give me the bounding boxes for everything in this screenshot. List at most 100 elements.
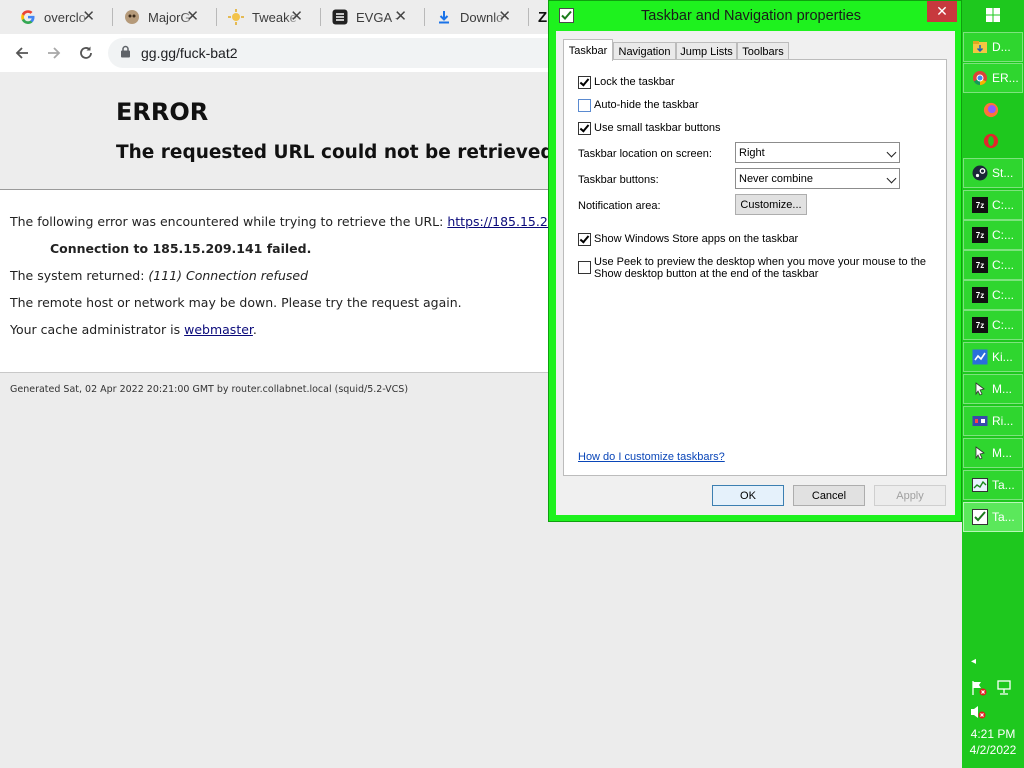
taskbar-item[interactable]: M... xyxy=(963,438,1023,468)
error-system-returned: The system returned: (111) Connection re… xyxy=(10,268,308,283)
7zip-icon: 7z xyxy=(972,197,988,213)
cancel-button[interactable]: Cancel xyxy=(793,485,865,506)
mouse-icon xyxy=(972,381,988,397)
taskbar-item[interactable]: 7z C:... xyxy=(963,250,1023,280)
taskbar: D... ER... St... 7z C:... 7z C:... 7z C:… xyxy=(962,0,1024,768)
taskbar-item[interactable]: D... xyxy=(963,32,1023,62)
taskbar-item[interactable]: Ri... xyxy=(963,406,1023,436)
clock-time: 4:21 PM xyxy=(970,727,1016,741)
close-icon[interactable]: ✕ xyxy=(82,9,95,25)
reload-button[interactable] xyxy=(72,39,100,67)
browser-tab[interactable]: MajorG ✕ xyxy=(104,0,207,34)
arrow-left-icon xyxy=(15,47,28,59)
url-text: gg.gg/fuck-bat2 xyxy=(141,45,238,61)
taskbar-item[interactable]: 7z C:... xyxy=(963,310,1023,340)
windows-logo-icon xyxy=(986,8,1000,22)
close-icon[interactable]: ✕ xyxy=(290,9,303,25)
close-icon[interactable]: ✕ xyxy=(394,9,407,25)
dialog-title: Taskbar and Navigation properties xyxy=(641,8,862,24)
firefox-icon xyxy=(983,102,999,118)
evga-icon xyxy=(332,9,348,25)
small-buttons-option[interactable]: Use small taskbar buttons xyxy=(578,122,721,135)
action-center-flag-icon[interactable] xyxy=(970,680,988,696)
taskbar-item[interactable]: Ta... xyxy=(963,470,1023,500)
taskbar-tab-panel: Lock the taskbar Auto-hide the taskbar U… xyxy=(563,59,947,476)
customize-button[interactable]: Customize... xyxy=(735,194,807,215)
error-connection: Connection to 185.15.209.141 failed. xyxy=(50,241,312,256)
dialog-body: Taskbar Navigation Jump Lists Toolbars L… xyxy=(556,31,955,515)
location-select[interactable]: Right xyxy=(735,142,900,163)
start-button[interactable] xyxy=(962,0,1024,30)
kill-icon xyxy=(972,349,988,365)
close-icon[interactable]: ✕ xyxy=(498,9,511,25)
error-admin: Your cache administrator is webmaster. xyxy=(10,322,257,337)
peek-option[interactable]: Use Peek to preview the desktop when you… xyxy=(578,256,933,280)
7zip-icon: 7z xyxy=(972,257,988,273)
taskbar-buttons-label: Taskbar buttons: xyxy=(578,174,659,186)
store-apps-option[interactable]: Show Windows Store apps on the taskbar xyxy=(578,233,798,246)
opera-icon xyxy=(983,133,999,149)
taskbar-item[interactable] xyxy=(963,95,1023,125)
peek-checkbox[interactable] xyxy=(578,261,591,274)
page-title: ERROR xyxy=(116,98,209,126)
close-button[interactable]: ✕ xyxy=(927,1,957,22)
close-icon[interactable]: ✕ xyxy=(186,9,199,25)
taskbar-item[interactable] xyxy=(963,126,1023,156)
download-icon xyxy=(436,9,452,25)
help-link[interactable]: How do I customize taskbars? xyxy=(578,451,725,463)
error-subtitle: The requested URL could not be retrieved xyxy=(116,142,554,163)
folder-icon xyxy=(972,39,988,55)
tab-toolbars[interactable]: Toolbars xyxy=(737,42,789,60)
notification-area-label: Notification area: xyxy=(578,200,661,212)
lock-taskbar-checkbox[interactable] xyxy=(578,76,591,89)
tab-jump-lists[interactable]: Jump Lists xyxy=(676,42,737,60)
clock-date: 4/2/2022 xyxy=(969,743,1017,757)
chevron-down-icon xyxy=(886,147,897,158)
lock-icon[interactable] xyxy=(120,45,131,61)
taskbar-item[interactable]: 7z C:... xyxy=(963,220,1023,250)
forward-button[interactable] xyxy=(40,39,68,67)
network-icon[interactable] xyxy=(995,680,1013,696)
taskbar-item[interactable]: 7z C:... xyxy=(963,190,1023,220)
auto-hide-option[interactable]: Auto-hide the taskbar xyxy=(578,99,699,112)
task-manager-icon xyxy=(972,477,988,493)
close-icon: ✕ xyxy=(936,3,948,19)
webmaster-link[interactable]: webmaster xyxy=(184,322,253,337)
footer: Generated Sat, 02 Apr 2022 20:21:00 GMT … xyxy=(10,384,409,395)
taskbar-buttons-select[interactable]: Never combine xyxy=(735,168,900,189)
store-apps-checkbox[interactable] xyxy=(578,233,591,246)
tab-separator xyxy=(528,8,529,26)
taskbar-properties-dialog: Taskbar and Navigation properties ✕ Task… xyxy=(548,0,962,522)
taskbar-item-active[interactable]: Ta... xyxy=(963,502,1023,532)
browser-tab[interactable]: overclo ✕ xyxy=(0,0,103,34)
7zip-icon: 7z xyxy=(972,287,988,303)
7zip-icon: 7z xyxy=(972,317,988,333)
tab-navigation[interactable]: Navigation xyxy=(613,42,676,60)
back-button[interactable] xyxy=(8,39,36,67)
taskbar-item[interactable]: ER... xyxy=(963,63,1023,93)
ok-button[interactable]: OK xyxy=(712,485,784,506)
tweaker-icon xyxy=(228,9,244,25)
lock-taskbar-option[interactable]: Lock the taskbar xyxy=(578,76,675,89)
system-clock[interactable]: 4:21 PM 4/2/2022 xyxy=(962,726,1024,758)
chrome-icon xyxy=(972,70,988,86)
taskbar-item[interactable]: M... xyxy=(963,374,1023,404)
browser-tab[interactable]: Downlo ✕ xyxy=(416,0,519,34)
volume-muted-icon[interactable] xyxy=(970,704,988,720)
taskbar-item[interactable]: St... xyxy=(963,158,1023,188)
taskbar-properties-icon xyxy=(559,8,574,23)
apply-button[interactable]: Apply xyxy=(874,485,946,506)
arrow-right-icon xyxy=(48,47,61,59)
browser-tab[interactable]: Tweake ✕ xyxy=(208,0,311,34)
taskbar-item[interactable]: Ki... xyxy=(963,342,1023,372)
tray-overflow-icon[interactable]: ◂ xyxy=(971,656,976,667)
auto-hide-checkbox[interactable] xyxy=(578,99,591,112)
location-label: Taskbar location on screen: xyxy=(578,148,712,160)
tab-taskbar[interactable]: Taskbar xyxy=(563,39,613,61)
taskbar-item[interactable]: 7z C:... xyxy=(963,280,1023,310)
error-url-link[interactable]: https://185.15.209 xyxy=(447,214,563,229)
small-buttons-checkbox[interactable] xyxy=(578,122,591,135)
taskbar-properties-icon xyxy=(972,509,988,525)
address-bar[interactable]: gg.gg/fuck-bat2 xyxy=(108,38,568,68)
browser-tab[interactable]: EVGA - ✕ xyxy=(312,0,415,34)
